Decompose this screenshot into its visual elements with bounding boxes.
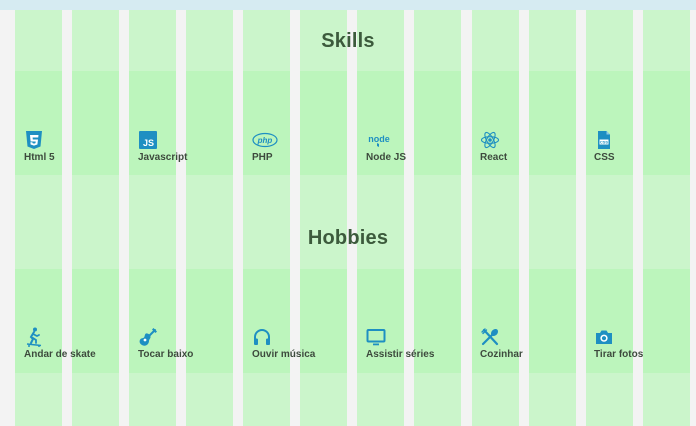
top-strip (0, 0, 696, 10)
skill-css: CSS CSS (594, 130, 696, 163)
grid-column-segment (414, 175, 461, 269)
grid-column-segment (586, 373, 633, 426)
hobby-label: Ouvir música (252, 349, 316, 360)
layout-grid-overlay (0, 0, 696, 426)
html5-icon (26, 131, 42, 149)
grid-column-segment (357, 175, 404, 269)
skill-label: React (480, 152, 508, 163)
grid-column-segment (186, 175, 233, 269)
grid-column-segment (414, 373, 461, 426)
nodejs-icon: node (368, 134, 390, 147)
skills-title: Skills (321, 30, 375, 52)
grid-column-segment (243, 373, 290, 426)
grid-column-segment (357, 373, 404, 426)
grid-column-segment (129, 373, 176, 426)
hobby-label: Cozinhar (480, 349, 523, 360)
grid-column-segment (186, 373, 233, 426)
skill-nodejs: node Node JS (366, 130, 476, 163)
css-file-icon: CSS (598, 131, 610, 149)
grid-column-segment (15, 175, 62, 269)
hobbies-title: Hobbies (307, 227, 389, 249)
skill-javascript: JS Javascript (138, 130, 248, 163)
php-icon: php (252, 132, 278, 148)
hobby-photos: Tirar fotos (594, 327, 696, 360)
skill-label: CSS (594, 152, 615, 163)
skill-label: Html 5 (24, 152, 55, 163)
grid-column-segment (586, 175, 633, 269)
grid-column-segment (72, 373, 119, 426)
grid-column-segment (15, 373, 62, 426)
grid-column-segment (472, 373, 519, 426)
svg-text:node: node (368, 134, 390, 144)
guitar-icon (139, 328, 157, 346)
grid-column-segment (300, 373, 347, 426)
hobby-music: Ouvir música (252, 327, 362, 360)
skill-label: PHP (252, 152, 273, 163)
grid-column-segment (72, 175, 119, 269)
svg-text:JS: JS (143, 138, 154, 148)
skill-label: Node JS (366, 152, 407, 163)
tv-icon (366, 329, 386, 346)
grid-column-segment (643, 175, 690, 269)
js-icon: JS (139, 131, 157, 149)
grid-column-segment (300, 175, 347, 269)
headphones-icon (254, 329, 270, 345)
hobby-bass: Tocar baixo (138, 327, 248, 360)
grid-column-segment (529, 175, 576, 269)
grid-column-segment (129, 175, 176, 269)
hobby-skate: Andar de skate (24, 327, 134, 360)
utensils-icon (481, 328, 499, 346)
hobby-label: Tirar fotos (594, 349, 644, 360)
svg-text:CSS: CSS (600, 140, 609, 145)
hobby-cooking: Cozinhar (480, 327, 590, 360)
skateboard-icon (26, 327, 42, 347)
hobby-label: Andar de skate (24, 349, 96, 360)
skill-react: React (480, 130, 590, 163)
react-icon (480, 131, 500, 149)
grid-column-segment (472, 175, 519, 269)
skill-php: php PHP (252, 130, 362, 163)
skill-html5: Html 5 (24, 130, 134, 163)
camera-icon (596, 330, 612, 344)
hobby-label: Tocar baixo (138, 349, 194, 360)
grid-column-segment (529, 373, 576, 426)
grid-column-segment (643, 373, 690, 426)
hobby-series: Assistir séries (366, 327, 476, 360)
skill-label: Javascript (138, 152, 188, 163)
svg-text:php: php (257, 136, 273, 145)
hobby-label: Assistir séries (366, 349, 435, 360)
grid-column-segment (243, 175, 290, 269)
